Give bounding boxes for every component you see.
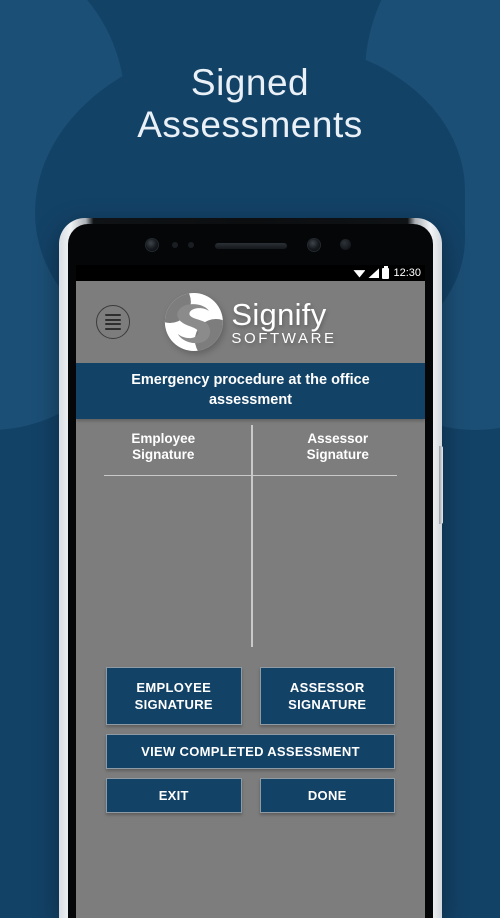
action-buttons: EMPLOYEE SIGNATURE ASSESSOR SIGNATURE VI… xyxy=(76,667,425,813)
assessor-signature-button-line-2: SIGNATURE xyxy=(288,697,367,712)
status-bar: 12:30 xyxy=(76,265,425,281)
employee-signature-button[interactable]: EMPLOYEE SIGNATURE xyxy=(106,667,242,725)
phone-bezel: 12:30 Signify SOFTWARE Emergency procedu… xyxy=(68,224,433,918)
assessor-signature-header-line-1: Assessor xyxy=(307,431,369,446)
signal-icon xyxy=(368,268,380,278)
front-camera-icon xyxy=(146,239,158,251)
app-header: Signify SOFTWARE xyxy=(76,281,425,363)
phone-top-sensors xyxy=(68,236,433,256)
employee-signature-header-line-1: Employee xyxy=(131,431,196,446)
employee-signature-header-line-2: Signature xyxy=(132,447,195,462)
assessor-signature-header: Assessor Signature xyxy=(251,431,426,463)
status-bar-clock: 12:30 xyxy=(393,267,421,279)
employee-signature-header: Employee Signature xyxy=(76,431,251,463)
page-title-line-1: Signed xyxy=(190,62,310,103)
assessor-signature-button-line-1: ASSESSOR xyxy=(289,680,365,695)
brand-logo: Signify SOFTWARE xyxy=(164,293,336,351)
employee-signature-button-line-2: SIGNATURE xyxy=(134,697,213,712)
signature-column-divider xyxy=(250,425,253,647)
page-title-line-2: Assessments xyxy=(137,104,363,145)
signify-logo-icon xyxy=(164,293,223,351)
phone-mockup: 12:30 Signify SOFTWARE Emergency procedu… xyxy=(59,218,443,918)
page-title: Signed Assessments xyxy=(0,62,500,146)
assessor-signature-button[interactable]: ASSESSOR SIGNATURE xyxy=(259,667,395,725)
assessment-title-bar: Emergency procedure at the office assess… xyxy=(76,363,425,419)
status-bar-icons xyxy=(353,265,390,279)
exit-button[interactable]: EXIT xyxy=(106,778,242,813)
hamburger-menu-icon[interactable] xyxy=(96,305,130,339)
brand-tagline: SOFTWARE xyxy=(231,329,337,347)
front-camera-secondary-icon xyxy=(308,239,320,251)
signature-area: Employee Signature Assessor Signature xyxy=(76,419,425,667)
phone-screen: 12:30 Signify SOFTWARE Emergency procedu… xyxy=(76,265,425,918)
phone-power-button[interactable] xyxy=(439,446,443,524)
signify-s-glyph xyxy=(176,304,210,344)
brand-name: Signify xyxy=(231,296,327,332)
signature-button-row: EMPLOYEE SIGNATURE ASSESSOR SIGNATURE xyxy=(106,667,395,725)
done-button[interactable]: DONE xyxy=(259,778,395,813)
view-completed-assessment-button[interactable]: VIEW COMPLETED ASSESSMENT xyxy=(106,734,395,769)
led-indicator-icon xyxy=(340,239,351,250)
brand-text: Signify SOFTWARE xyxy=(231,299,336,346)
light-sensor-icon xyxy=(188,242,194,248)
assessor-signature-header-line-2: Signature xyxy=(306,447,369,462)
earpiece-speaker xyxy=(214,243,287,249)
view-button-row: VIEW COMPLETED ASSESSMENT xyxy=(106,734,395,769)
wifi-icon xyxy=(353,270,366,278)
proximity-sensor-icon xyxy=(172,242,178,248)
battery-icon xyxy=(382,265,390,279)
exit-done-button-row: EXIT DONE xyxy=(106,778,395,813)
employee-signature-button-line-1: EMPLOYEE xyxy=(136,680,212,695)
